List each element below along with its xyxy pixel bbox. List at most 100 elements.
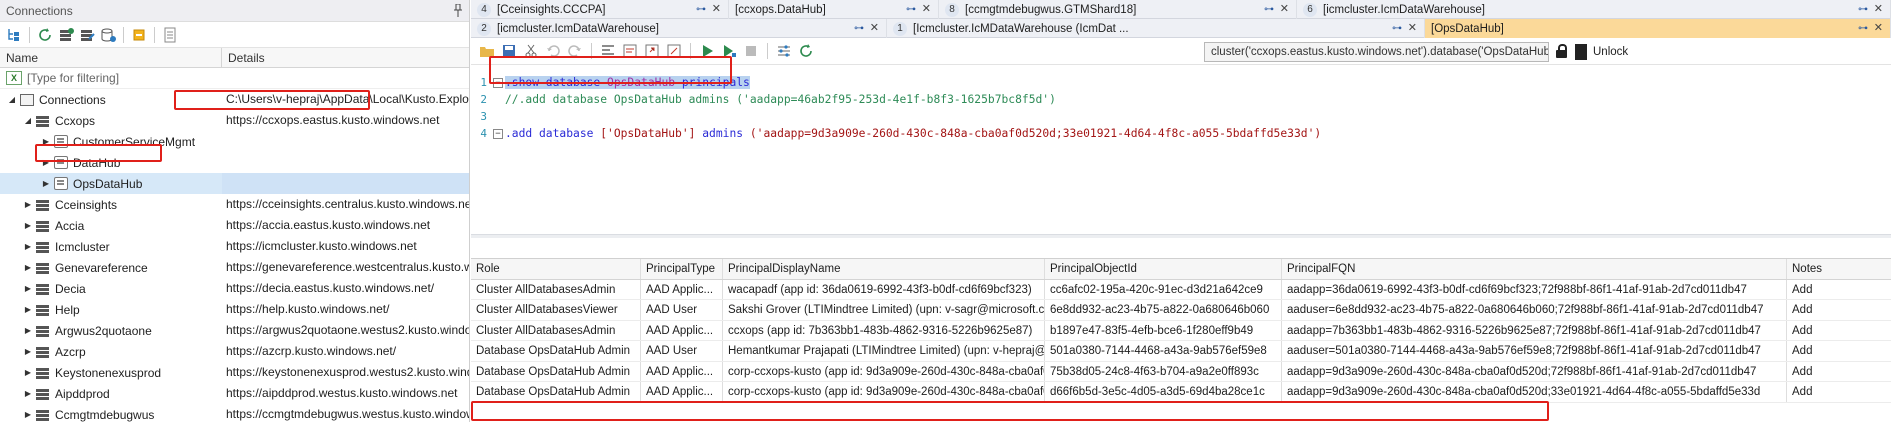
format-icon[interactable]	[600, 43, 616, 59]
table-cell[interactable]: AAD Applic...	[641, 382, 723, 402]
tree-row-icmcluster[interactable]: ▶ Icmcluster https://icmcluster.kusto.wind…	[0, 236, 469, 257]
query-tab[interactable]: 6 [icmcluster.IcmDataWarehouse] ⊶ ✕	[1297, 0, 1891, 19]
code-line[interactable]: 2 //.add database OpsDataHub admins ('aad…	[471, 91, 1891, 108]
tab-pin-icon[interactable]: ⊶	[906, 4, 916, 15]
undo-icon[interactable]	[545, 43, 561, 59]
tree-name-cell[interactable]: ▶ Keystonenexusprod	[0, 362, 222, 383]
tab-close-icon[interactable]: ✕	[712, 2, 721, 15]
collapsed-arrow-icon[interactable]: ▶	[22, 262, 34, 274]
query-tab[interactable]: 4 [Cceinsights.CCCPA] ⊶ ✕	[471, 0, 729, 19]
query-tab[interactable]: [ccxops.DataHub] ⊶ ✕	[729, 0, 939, 19]
tree-name-cell[interactable]: ◢ Connections	[0, 89, 222, 110]
edit-connection-icon[interactable]	[79, 27, 95, 43]
table-cell[interactable]: aadapp=9d3a909e-260d-430c-848a-cba0af0d5…	[1282, 361, 1787, 381]
table-row[interactable]: Cluster AllDatabasesViewer AAD User Sakshi…	[471, 300, 1891, 321]
share-icon[interactable]	[666, 43, 682, 59]
table-cell[interactable]: AAD Applic...	[641, 361, 723, 381]
tree-row-ccxops[interactable]: ◢ Ccxops https://ccxops.eastus.kusto.windo…	[0, 110, 469, 131]
collapsed-arrow-icon[interactable]: ▶	[22, 367, 34, 379]
table-cell[interactable]: 6e8dd932-ac23-4b75-a822-0a680646b060	[1045, 300, 1282, 320]
pin-icon[interactable]	[453, 4, 463, 17]
table-cell[interactable]: aaduser=501a0380-7144-4468-a43a-9ab576ef…	[1282, 341, 1787, 361]
query-tab[interactable]: 1 [Icmcluster.IcMDataWarehouse (IcmDat ..…	[887, 19, 1425, 38]
tab-pin-icon[interactable]: ⊶	[1264, 4, 1274, 15]
open-folder-icon[interactable]	[479, 43, 495, 59]
name-column-header[interactable]: Name	[0, 48, 222, 67]
tab-pin-icon[interactable]: ⊶	[696, 4, 706, 15]
tree-row-keystonenexusprod[interactable]: ▶ Keystonenexusprod https://keystonenexusp…	[0, 362, 469, 383]
table-row[interactable]: Database OpsDataHub Admin AAD Applic... co…	[471, 361, 1891, 382]
table-cell[interactable]: Cluster AllDatabasesViewer	[471, 300, 641, 320]
tab-close-icon[interactable]: ✕	[1408, 21, 1417, 34]
details-column-header[interactable]: Details	[222, 48, 265, 67]
table-cell[interactable]: d66f6b5d-3e5c-4d05-a3d5-69d4ba28ce1c	[1045, 382, 1282, 402]
redo-icon[interactable]	[567, 43, 583, 59]
tab-close-icon[interactable]: ✕	[1280, 2, 1289, 15]
table-cell[interactable]: Cluster AllDatabasesAdmin	[471, 279, 641, 299]
code-line[interactable]: 1− .show database OpsDataHub principals	[471, 74, 1891, 91]
tree-name-cell[interactable]: ▶ OpsDataHub	[0, 173, 222, 194]
table-cell[interactable]: corp-ccxops-kusto (app id: 9d3a909e-260d…	[723, 361, 1045, 381]
table-cell[interactable]: Database OpsDataHub Admin	[471, 341, 641, 361]
tree-row-customerservicemgmt[interactable]: ▶ CustomerServiceMgmt	[0, 131, 469, 152]
script-icon[interactable]	[622, 43, 638, 59]
table-cell[interactable]: Add	[1787, 280, 1891, 300]
add-connection-icon[interactable]	[58, 27, 74, 43]
tree-row-aipddprod[interactable]: ▶ Aipddprod https://aipddprod.westus.kusto…	[0, 383, 469, 404]
table-cell[interactable]: b1897e47-83f5-4efb-bce6-1f280eff9b49	[1045, 320, 1282, 340]
tree-row-azcrp[interactable]: ▶ Azcrp https://azcrp.kusto.windows.net/	[0, 341, 469, 362]
collapsed-arrow-icon[interactable]: ▶	[40, 157, 52, 169]
results-column-header[interactable]: PrincipalObjectId	[1045, 259, 1282, 279]
tree-row-datahub[interactable]: ▶ DataHub	[0, 152, 469, 173]
expanded-arrow-icon[interactable]: ◢	[6, 94, 18, 106]
table-cell[interactable]: aadapp=36da0619-6992-43f3-b0df-cd6f69bcf…	[1282, 279, 1787, 299]
settings-icon[interactable]	[776, 43, 792, 59]
table-row[interactable]: Cluster AllDatabasesAdmin AAD Applic... cc…	[471, 320, 1891, 341]
cut-icon[interactable]	[523, 43, 539, 59]
cluster-context-field[interactable]: cluster('ccxops.eastus.kusto.windows.net…	[1204, 42, 1549, 62]
tab-close-icon[interactable]: ✕	[1874, 2, 1883, 15]
tree-row-opsdatahub[interactable]: ▶ OpsDataHub	[0, 173, 469, 194]
tree-name-cell[interactable]: ▶ Decia	[0, 278, 222, 299]
results-column-header[interactable]: Role	[471, 259, 641, 279]
collapsed-arrow-icon[interactable]: ▶	[22, 199, 34, 211]
table-cell[interactable]: Sakshi Grover (LTIMindtree Limited) (upn…	[723, 300, 1045, 320]
tree-icon[interactable]	[6, 27, 22, 43]
collapsed-arrow-icon[interactable]: ▶	[22, 220, 34, 232]
tree-name-cell[interactable]: ▶ Accia	[0, 215, 222, 236]
query-tab[interactable]: 8 [ccmgtmdebugwus.GTMShard18] ⊶ ✕	[939, 0, 1297, 19]
filter-input[interactable]: [Type for filtering]	[27, 71, 119, 85]
query-tab[interactable]: 2 [icmcluster.IcmDataWarehouse] ⊶ ✕	[471, 19, 887, 38]
tab-close-icon[interactable]: ✕	[870, 21, 879, 34]
remove-icon[interactable]	[131, 27, 147, 43]
collapsed-arrow-icon[interactable]: ▶	[22, 409, 34, 421]
table-cell[interactable]: wacapadf (app id: 36da0619-6992-43f3-b0d…	[723, 279, 1045, 299]
table-cell[interactable]: Cluster AllDatabasesAdmin	[471, 320, 641, 340]
table-cell[interactable]: ccxops (app id: 7b363bb1-483b-4862-9316-…	[723, 320, 1045, 340]
tree-name-cell[interactable]: ▶ Icmcluster	[0, 236, 222, 257]
table-row[interactable]: Database OpsDataHub Admin AAD User Hemantk…	[471, 341, 1891, 362]
save-icon[interactable]	[501, 43, 517, 59]
tree-name-cell[interactable]: ▶ Azcrp	[0, 341, 222, 362]
table-cell[interactable]: AAD User	[641, 341, 723, 361]
run-icon[interactable]	[699, 43, 715, 59]
tab-close-icon[interactable]: ✕	[922, 2, 931, 15]
table-cell[interactable]: Database OpsDataHub Admin	[471, 361, 641, 381]
tab-pin-icon[interactable]: ⊶	[854, 23, 864, 34]
refresh-icon[interactable]	[37, 27, 53, 43]
tree-row-cceinsights[interactable]: ▶ Cceinsights https://cceinsights.centralu…	[0, 194, 469, 215]
collapsed-arrow-icon[interactable]: ▶	[22, 241, 34, 253]
tree-name-cell[interactable]: ▶ Genevareference	[0, 257, 222, 278]
tree-name-cell[interactable]: ▶ CustomerServiceMgmt	[0, 131, 222, 152]
table-cell[interactable]: AAD Applic...	[641, 320, 723, 340]
tree-name-cell[interactable]: ◢ Ccxops	[0, 110, 222, 131]
tree-name-cell[interactable]: ▶ Argwus2quotaone	[0, 320, 222, 341]
code-line[interactable]: 4− .add database ['OpsDataHub'] admins ('…	[471, 125, 1891, 142]
collapsed-arrow-icon[interactable]: ▶	[22, 304, 34, 316]
collapsed-arrow-icon[interactable]: ▶	[40, 136, 52, 148]
fold-toggle-icon[interactable]: −	[493, 77, 503, 88]
results-column-header[interactable]: PrincipalType	[641, 259, 723, 279]
table-cell[interactable]: 75b38d05-24c8-4f63-b704-a9a2e0ff893c	[1045, 361, 1282, 381]
table-cell[interactable]: Add	[1787, 341, 1891, 361]
results-column-header[interactable]: Notes	[1787, 259, 1891, 279]
